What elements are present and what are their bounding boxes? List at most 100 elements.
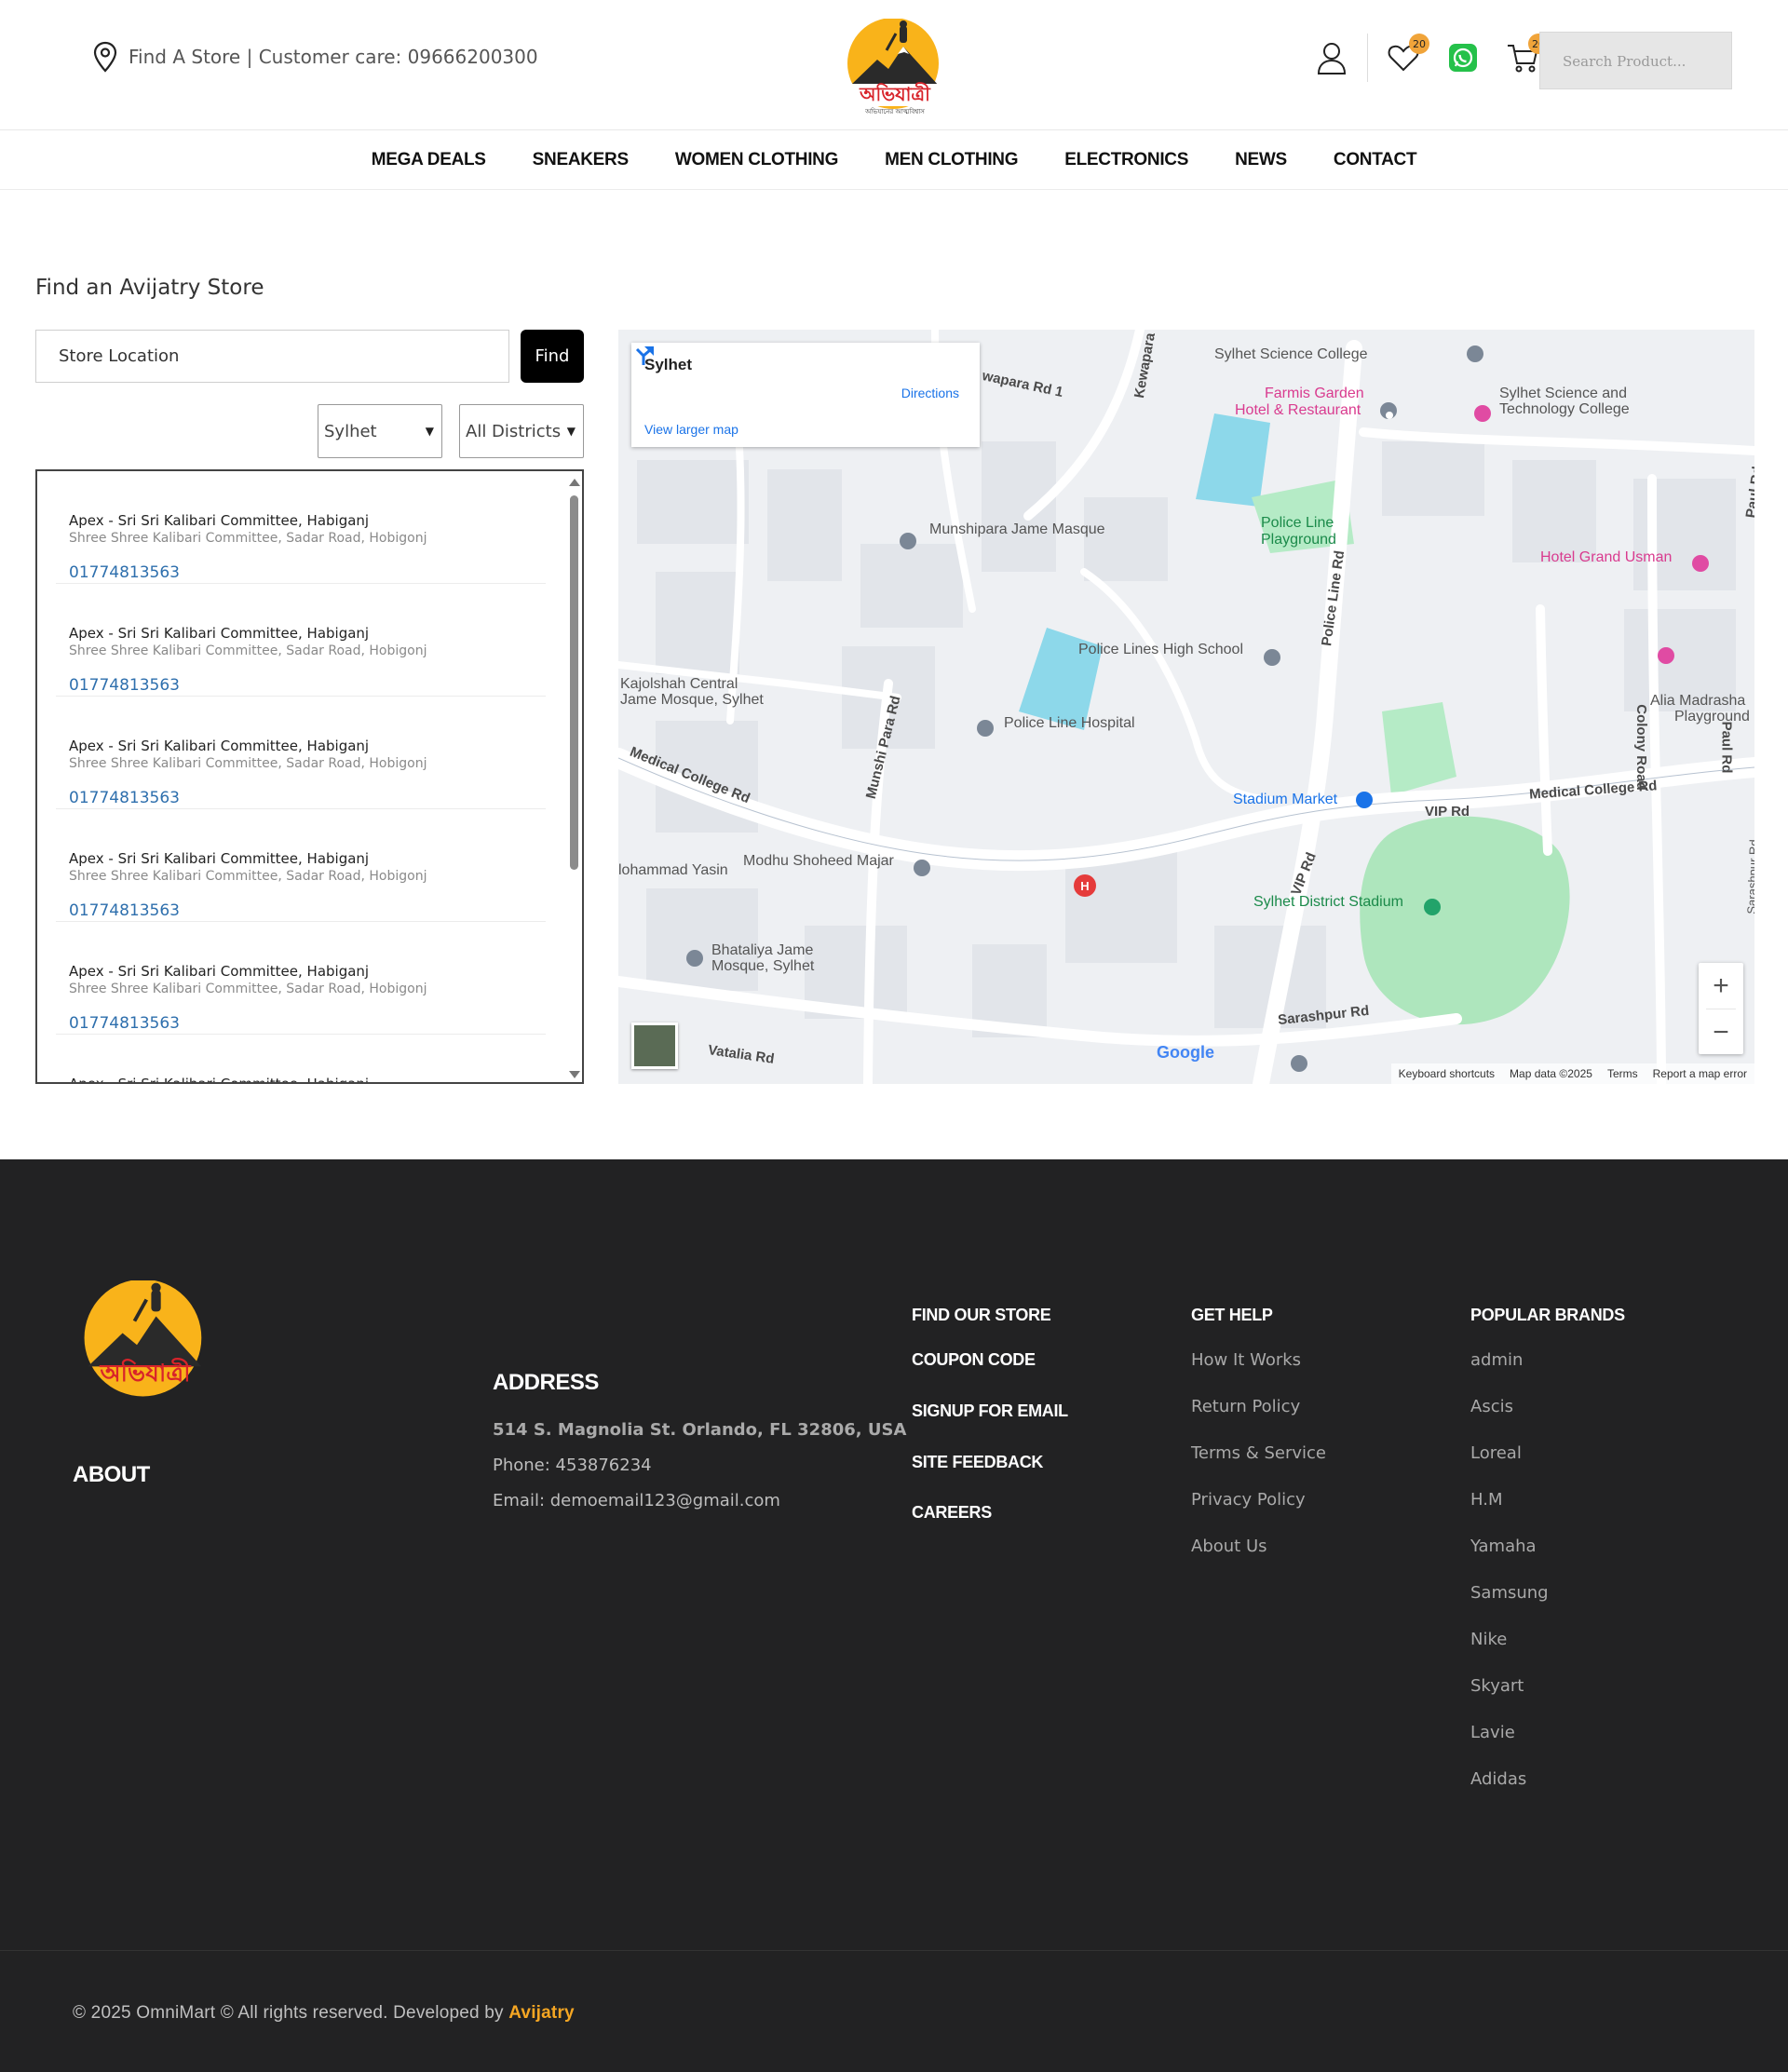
footer-link-privacy-policy[interactable]: Privacy Policy: [1191, 1490, 1306, 1510]
copyright-prefix: © 2025 OmniMart © All rights reserved. D…: [73, 2003, 504, 2023]
footer-brands-title: POPULAR BRANDS: [1470, 1306, 1625, 1324]
map-label: Police Lines High School: [1078, 642, 1243, 657]
footer-link-coupon-code[interactable]: COUPON CODE: [912, 1350, 1036, 1370]
store-name: Apex - Sri Sri Kalibari Committee, Habig…: [69, 1076, 370, 1084]
footer-address-title: ADDRESS: [493, 1370, 599, 1395]
map-label: Playground: [1674, 709, 1750, 725]
store-list-item[interactable]: Apex - Sri Sri Kalibari Committee, Habig…: [56, 1035, 546, 1084]
map-label: Bhataliya Jame: [711, 942, 814, 958]
header-icons: 20 20: [1313, 34, 1549, 82]
cart-button[interactable]: 20: [1504, 34, 1549, 76]
scroll-thumb[interactable]: [570, 495, 578, 870]
map-label: Stadium Market: [1233, 792, 1338, 807]
footer-link-careers[interactable]: CAREERS: [912, 1503, 992, 1523]
nav-item-men-clothing[interactable]: MEN CLOTHING: [885, 150, 1018, 170]
store-list-item[interactable]: Apex - Sri Sri Kalibari Committee, Habig…: [56, 471, 546, 584]
footer-link-site-feedback[interactable]: SITE FEEDBACK: [912, 1453, 1043, 1472]
map-road-label: Paul Rd: [1718, 721, 1735, 774]
search-input[interactable]: Search Product...: [1539, 32, 1732, 89]
store-list-item[interactable]: Apex - Sri Sri Kalibari Committee, Habig…: [56, 809, 546, 922]
store-info[interactable]: Find A Store | Customer care: 0966620030…: [93, 41, 538, 73]
wishlist-count-badge: 20: [1409, 34, 1429, 54]
directions-link[interactable]: Directions: [901, 386, 959, 400]
store-phone[interactable]: 01774813563: [69, 901, 180, 920]
store-list-scrollbar[interactable]: [567, 475, 580, 1082]
nav-item-news[interactable]: NEWS: [1235, 150, 1287, 170]
footer-brand-link[interactable]: Samsung: [1470, 1583, 1549, 1603]
map-label: Sylhet Science College: [1214, 346, 1368, 362]
main-nav: MEGA DEALS SNEAKERS WOMEN CLOTHING MEN C…: [0, 130, 1788, 190]
page-title: Find an Avijatry Store: [35, 276, 264, 300]
store-phone[interactable]: 01774813563: [69, 789, 180, 807]
footer-logo[interactable]: অভিযাত্রী: [82, 1279, 209, 1407]
footer-link-terms-service[interactable]: Terms & Service: [1191, 1443, 1326, 1463]
satellite-toggle[interactable]: [631, 1022, 678, 1069]
store-info-text[interactable]: Find A Store | Customer care: 0966620030…: [129, 46, 538, 68]
footer-brand-link[interactable]: Yamaha: [1470, 1537, 1537, 1556]
store-list-item[interactable]: Apex - Sri Sri Kalibari Committee, Habig…: [56, 584, 546, 697]
division-select[interactable]: Sylhet ▼: [318, 404, 442, 458]
nav-item-contact[interactable]: CONTACT: [1334, 150, 1417, 170]
location-pin-icon: [93, 41, 117, 73]
map-label: Alia Madrasha: [1650, 693, 1746, 709]
footer-link-about-us[interactable]: About Us: [1191, 1537, 1267, 1556]
view-larger-map-link[interactable]: View larger map: [644, 422, 738, 437]
copyright-text: © 2025 OmniMart © All rights reserved. D…: [73, 2003, 575, 2024]
store-address: Shree Shree Kalibari Committee, Sadar Ro…: [69, 643, 427, 658]
footer-brand-link[interactable]: Ascis: [1470, 1397, 1513, 1416]
footer-link-how-it-works[interactable]: How It Works: [1191, 1350, 1301, 1370]
user-icon: [1317, 43, 1347, 74]
header-divider: [1367, 34, 1368, 82]
terms-link[interactable]: Terms: [1607, 1067, 1638, 1080]
zoom-in-button[interactable]: +: [1699, 963, 1743, 1009]
zoom-out-button[interactable]: −: [1699, 1009, 1743, 1055]
division-select-value: Sylhet: [324, 421, 377, 441]
whatsapp-button[interactable]: [1444, 39, 1482, 76]
store-phone[interactable]: 01774813563: [69, 676, 180, 695]
store-phone[interactable]: 01774813563: [69, 1014, 180, 1033]
map-label: Hotel Grand Usman: [1540, 549, 1673, 565]
footer-brand-link[interactable]: admin: [1470, 1350, 1523, 1370]
map-label: Kajolshah Central: [620, 676, 738, 692]
store-list-item[interactable]: Apex - Sri Sri Kalibari Committee, Habig…: [56, 922, 546, 1035]
footer-link-find-store[interactable]: FIND OUR STORE: [912, 1306, 1051, 1325]
scroll-down-arrow-icon[interactable]: [569, 1071, 580, 1078]
store-list-item[interactable]: Apex - Sri Sri Kalibari Committee, Habig…: [56, 697, 546, 809]
footer-link-return-policy[interactable]: Return Policy: [1191, 1397, 1300, 1416]
nav-item-sneakers[interactable]: SNEAKERS: [533, 150, 629, 170]
footer-link-signup-email[interactable]: SIGNUP FOR EMAIL: [912, 1402, 1068, 1421]
account-button[interactable]: [1313, 39, 1350, 76]
nav-item-mega-deals[interactable]: MEGA DEALS: [372, 150, 486, 170]
logo-tagline: অভিযানের আত্মবিশ্বাস: [864, 108, 925, 115]
footer-email[interactable]: Email: demoemail123@gmail.com: [493, 1491, 780, 1510]
store-name: Apex - Sri Sri Kalibari Committee, Habig…: [69, 738, 370, 754]
keyboard-shortcuts-link[interactable]: Keyboard shortcuts: [1399, 1067, 1495, 1080]
site-logo[interactable]: অভিযাত্রী অভিযানের আত্মবিশ্বাস: [846, 18, 944, 117]
report-map-error-link[interactable]: Report a map error: [1653, 1067, 1747, 1080]
find-button[interactable]: Find: [521, 330, 584, 383]
store-list[interactable]: Apex - Sri Sri Kalibari Committee, Habig…: [35, 469, 584, 1084]
nav-item-electronics[interactable]: ELECTRONICS: [1064, 150, 1188, 170]
footer-brand-link[interactable]: Loreal: [1470, 1443, 1522, 1463]
map-data-label: Map data ©2025: [1510, 1067, 1592, 1080]
footer-brand-link[interactable]: Lavie: [1470, 1723, 1515, 1742]
scroll-up-arrow-icon[interactable]: [569, 479, 580, 486]
map-info-card: Sylhet Directions View larger map: [631, 343, 980, 447]
store-location-input[interactable]: Store Location: [35, 330, 509, 383]
svg-text:H: H: [1080, 879, 1089, 893]
store-address: Shree Shree Kalibari Committee, Sadar Ro…: [69, 982, 427, 996]
footer-brand-link[interactable]: Adidas: [1470, 1769, 1526, 1789]
wishlist-button[interactable]: 20: [1385, 34, 1429, 76]
footer-bottom-bar: © 2025 OmniMart © All rights reserved. D…: [0, 1950, 1788, 2072]
footer-brand-link[interactable]: Skyart: [1470, 1676, 1524, 1696]
footer-brand-link[interactable]: H.M: [1470, 1490, 1502, 1510]
district-select[interactable]: All Districts ▼: [459, 404, 584, 458]
directions-icon[interactable]: [631, 343, 656, 367]
nav-item-women-clothing[interactable]: WOMEN CLOTHING: [675, 150, 839, 170]
developer-brand-link[interactable]: Avijatry: [508, 2003, 575, 2023]
footer-brand-link[interactable]: Nike: [1470, 1630, 1507, 1649]
store-map[interactable]: H Sylhet Science College Farmis Garden H…: [618, 330, 1754, 1084]
store-phone[interactable]: 01774813563: [69, 563, 180, 582]
footer-about-title: ABOUT: [73, 1462, 150, 1487]
map-attribution: Keyboard shortcuts Map data ©2025 Terms …: [1390, 1063, 1754, 1084]
